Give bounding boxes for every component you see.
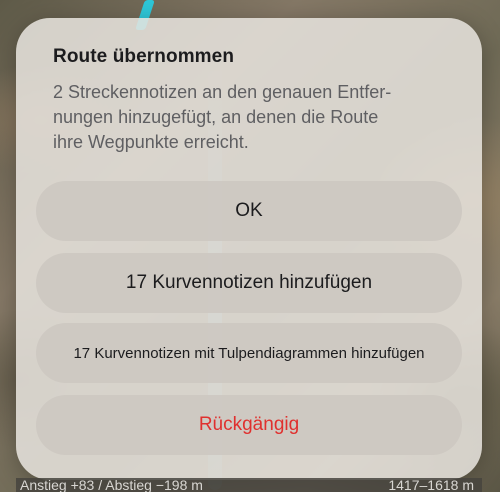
add-curve-notes-button[interactable]: 17 Kurvennotizen hinzufügen [36, 253, 462, 313]
dialog-title: Route übernommen [53, 46, 235, 67]
add-curve-notes-tulip-label: 17 Kurvennotizen mit Tulpendiagrammen hi… [73, 344, 425, 362]
elevation-status-bar: Anstieg +83 / Abstieg −198 m 1417–1618 m [16, 478, 482, 492]
dialog-message: 2 Streckennotizen an den genauen Entfer-… [53, 82, 392, 152]
undo-button[interactable]: Rückgängig [36, 395, 462, 455]
add-curve-notes-tulip-button[interactable]: 17 Kurvennotizen mit Tulpendiagrammen hi… [36, 323, 462, 383]
undo-button-label: Rückgängig [198, 414, 300, 435]
ascent-descent-text: Anstieg +83 / Abstieg −198 m [20, 478, 203, 492]
ok-button-label: OK [235, 200, 263, 221]
elevation-range-text: 1417–1618 m [388, 478, 474, 492]
ok-button[interactable]: OK [36, 181, 462, 241]
add-curve-notes-label: 17 Kurvennotizen hinzufügen [125, 272, 373, 293]
route-imported-dialog: Route übernommen 2 Streckennotizen an de… [16, 18, 482, 480]
